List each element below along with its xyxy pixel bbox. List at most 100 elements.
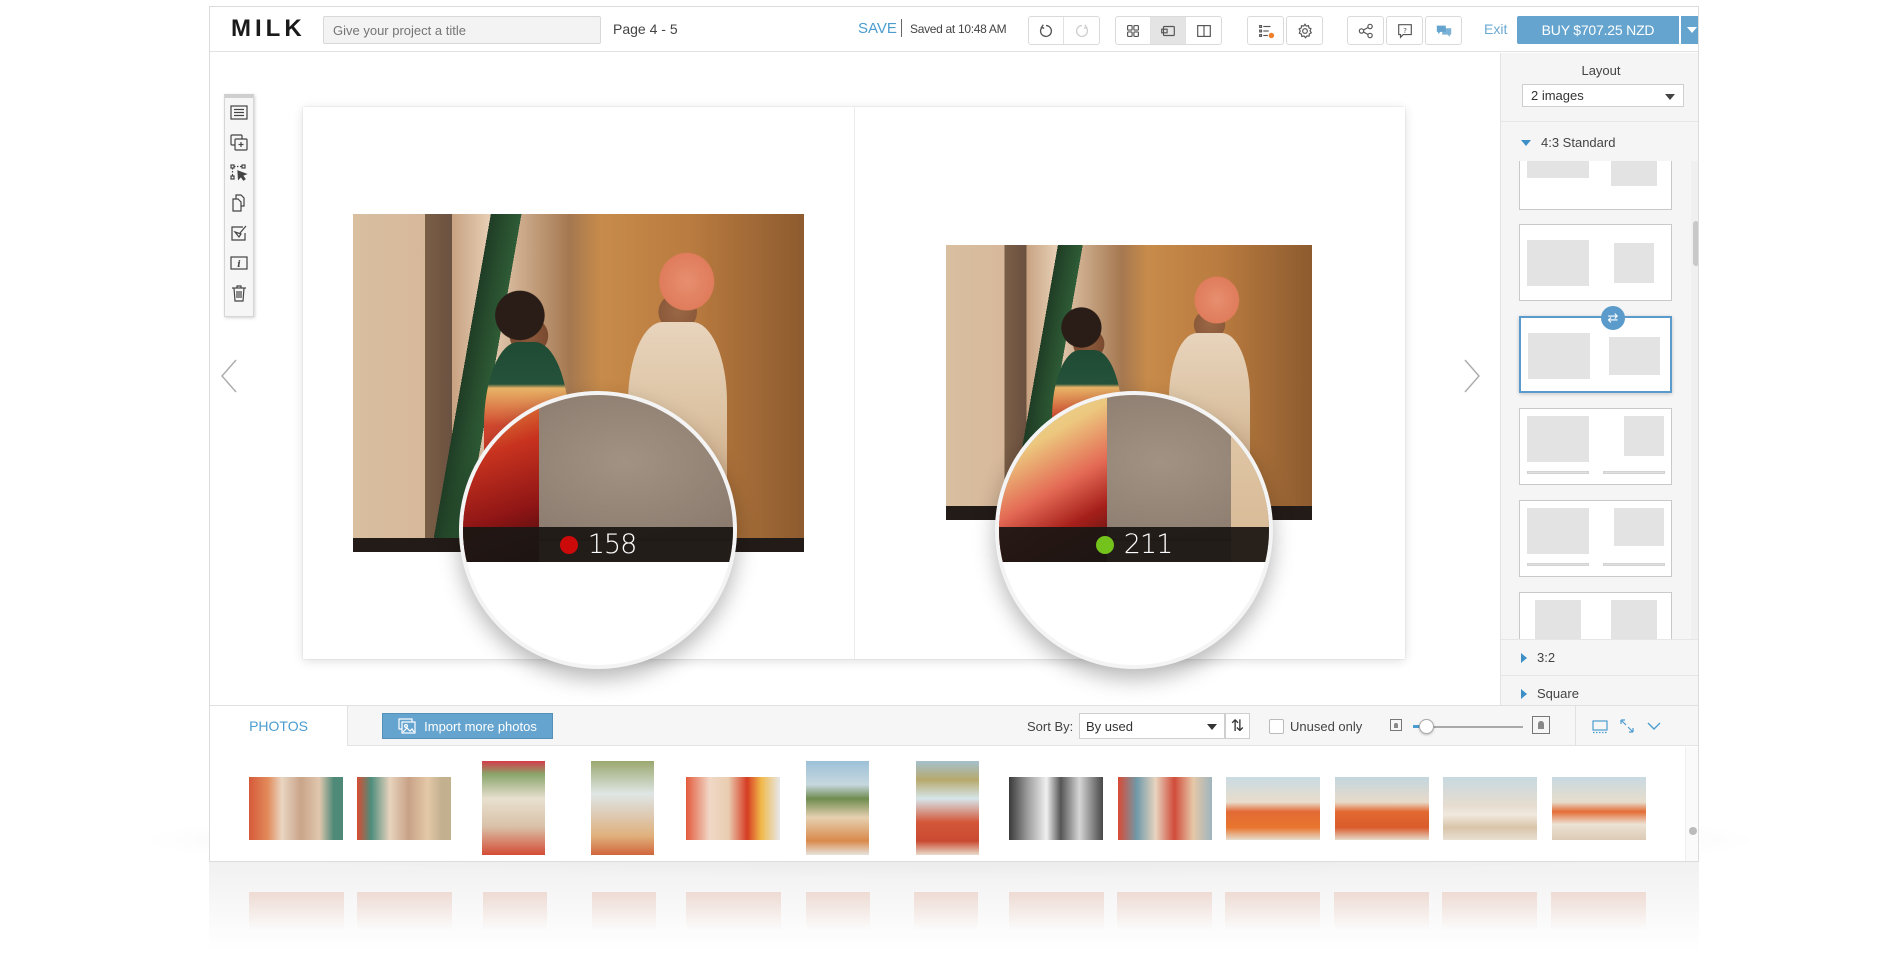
- thumbnail-image: [686, 777, 780, 840]
- trash-icon: [232, 285, 246, 302]
- images-icon: [398, 718, 416, 734]
- frame-toolbar: i: [224, 94, 254, 317]
- sort-by-select[interactable]: By used: [1079, 713, 1225, 739]
- thumbnail-image: [1009, 777, 1103, 840]
- layout-option[interactable]: [1519, 224, 1672, 301]
- thumbnail-image: [806, 761, 869, 855]
- tools-group-checklist: [1247, 16, 1284, 45]
- undo-button[interactable]: [1029, 17, 1064, 44]
- photo-thumbnail[interactable]: [806, 761, 869, 855]
- thumbnail-image: [916, 761, 979, 855]
- add-frame-tool[interactable]: [225, 128, 253, 158]
- buy-button[interactable]: BUY $707.25 NZD: [1517, 16, 1679, 44]
- project-title-input[interactable]: [323, 16, 601, 44]
- text-tool[interactable]: [225, 98, 253, 128]
- edit-frame-tool[interactable]: [225, 218, 253, 248]
- thumbnail-image: [591, 761, 654, 855]
- tab-photos[interactable]: PHOTOS: [210, 706, 348, 746]
- thumbnail-image: [1226, 777, 1320, 840]
- unused-only-checkbox[interactable]: [1269, 719, 1284, 734]
- photo-thumbnail[interactable]: [686, 777, 780, 840]
- swap-images-button[interactable]: ⇄: [1601, 306, 1625, 330]
- view-mode-group: [1115, 16, 1222, 45]
- thumbnail-large-icon[interactable]: [1532, 716, 1550, 734]
- layout-scrollbar[interactable]: [1691, 161, 1698, 639]
- info-tool[interactable]: i: [225, 248, 253, 278]
- exit-link[interactable]: Exit: [1484, 21, 1507, 37]
- next-page-button[interactable]: [1460, 357, 1484, 395]
- layout-option[interactable]: [1519, 592, 1672, 639]
- layout-option-selected[interactable]: ⇄: [1519, 306, 1672, 393]
- resolution-readout: 211: [999, 527, 1269, 563]
- section-square[interactable]: Square: [1521, 686, 1579, 701]
- chat-button[interactable]: [1426, 17, 1461, 44]
- info-icon: i: [230, 256, 248, 270]
- milk-logo[interactable]: MILK: [231, 15, 306, 43]
- svg-text:?: ?: [1403, 25, 1407, 34]
- resolution-value: 158: [587, 529, 638, 561]
- filmstrip-icon: [1592, 720, 1608, 734]
- thumbnail-size-handle[interactable]: [1419, 719, 1434, 734]
- unused-only-label[interactable]: Unused only: [1290, 719, 1362, 734]
- add-frame-icon: [230, 134, 248, 151]
- duplicate-tool[interactable]: [225, 188, 253, 218]
- photo-thumbnail[interactable]: [249, 777, 343, 840]
- tools-group-settings: [1286, 16, 1323, 45]
- buy-options-dropdown[interactable]: [1681, 16, 1698, 44]
- share-button[interactable]: [1348, 17, 1383, 44]
- layout-option[interactable]: [1519, 500, 1672, 577]
- expand-tray-button[interactable]: [1618, 717, 1636, 735]
- sort-direction-button[interactable]: ⇅: [1225, 713, 1250, 739]
- caret-right-icon: [1521, 688, 1527, 699]
- text-icon: [230, 105, 248, 120]
- section-3-2[interactable]: 3:2: [1521, 650, 1555, 665]
- photo-thumbnail[interactable]: [1443, 777, 1537, 840]
- save-button[interactable]: SAVE: [858, 20, 897, 37]
- photo-thumbnail[interactable]: [1335, 777, 1429, 840]
- settings-button[interactable]: [1287, 17, 1322, 44]
- collapse-tray-button[interactable]: [1645, 717, 1663, 735]
- page-view-button[interactable]: [1151, 17, 1186, 44]
- thumbnail-image: [1335, 777, 1429, 840]
- photo-thumbnail[interactable]: [482, 761, 545, 855]
- layout-option[interactable]: [1519, 408, 1672, 485]
- spread-view-icon: [1196, 24, 1211, 37]
- import-photos-button[interactable]: Import more photos: [382, 713, 553, 739]
- resolution-status-dot: [559, 535, 578, 554]
- tray-display-button[interactable]: [1591, 717, 1609, 735]
- resolution-status-dot: [1095, 535, 1114, 554]
- chevron-left-icon: [221, 359, 237, 393]
- chat-icon: [1436, 25, 1451, 37]
- checklist-button[interactable]: [1248, 17, 1283, 44]
- undo-icon: [1039, 23, 1053, 37]
- grid-view-button[interactable]: [1116, 17, 1151, 44]
- sort-by-label: Sort By:: [1027, 719, 1074, 734]
- svg-text:i: i: [237, 260, 241, 270]
- layout-panel-title: Layout: [1581, 63, 1621, 78]
- caret-right-icon: [1521, 652, 1527, 663]
- photo-thumbnail[interactable]: [1226, 777, 1320, 840]
- select-transform-icon: [230, 164, 248, 181]
- photo-thumbnail[interactable]: [1118, 777, 1212, 840]
- photo-thumbnail[interactable]: [357, 777, 451, 840]
- edit-frame-icon: [231, 225, 247, 241]
- saved-status: Saved at 10:48 AM: [910, 22, 1007, 36]
- select-transform-tool[interactable]: [225, 158, 253, 188]
- chevron-right-icon: [1464, 359, 1480, 393]
- section-4-3-standard[interactable]: 4:3 Standard: [1521, 135, 1615, 150]
- photo-thumbnail[interactable]: [916, 761, 979, 855]
- delete-tool[interactable]: [225, 278, 253, 308]
- spread-view-button[interactable]: [1186, 17, 1221, 44]
- photo-thumbnail[interactable]: [1552, 777, 1646, 840]
- previous-page-button[interactable]: [217, 357, 241, 395]
- photo-thumbnail[interactable]: [591, 761, 654, 855]
- redo-button[interactable]: [1064, 17, 1099, 44]
- layout-count-select[interactable]: 2 images: [1522, 84, 1684, 107]
- thumbnail-small-icon[interactable]: [1390, 719, 1402, 731]
- photo-thumbnail[interactable]: [1009, 777, 1103, 840]
- tray-scrollbar[interactable]: [1685, 747, 1698, 861]
- help-button[interactable]: ?: [1387, 17, 1422, 44]
- layout-option[interactable]: [1519, 161, 1672, 210]
- thumbnail-image: [357, 777, 451, 840]
- layout-scrollbar-thumb[interactable]: [1693, 221, 1698, 266]
